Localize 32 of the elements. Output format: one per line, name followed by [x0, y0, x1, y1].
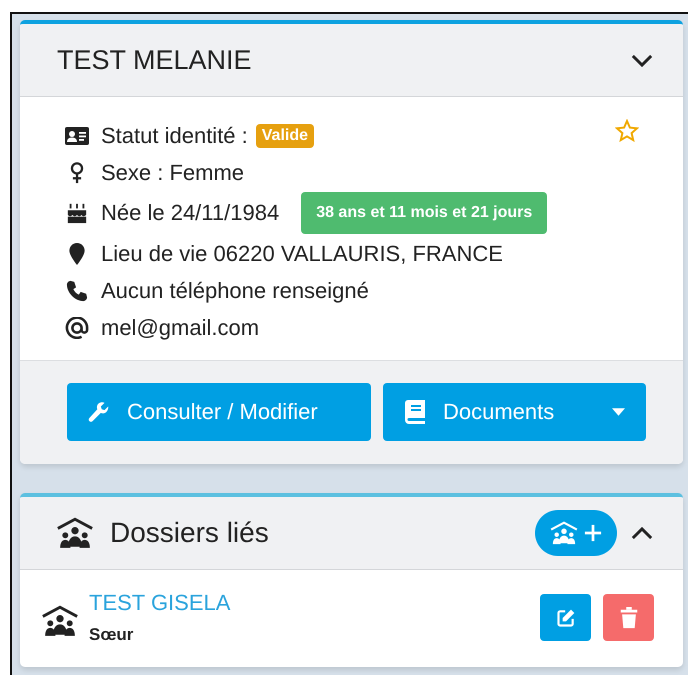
status-badge: Valide	[256, 124, 314, 148]
info-text: Sexe : Femme	[101, 160, 244, 186]
chevron-up-icon[interactable]	[631, 526, 653, 540]
family-house-icon	[550, 521, 578, 545]
trash-icon	[618, 606, 638, 628]
info-text: Aucun téléphone renseigné	[101, 278, 369, 304]
delete-button[interactable]	[603, 594, 654, 641]
info-text: Statut identité :	[101, 122, 248, 148]
plus-icon	[584, 524, 602, 542]
id-card-icon	[65, 124, 89, 146]
edit-button[interactable]	[540, 594, 591, 641]
caret-icon	[612, 408, 625, 416]
phone-icon	[65, 280, 89, 302]
status-badge: 38 ans et 11 mois et 21 jours	[301, 192, 548, 234]
dropdown-button[interactable]: Documents	[383, 383, 646, 441]
linked-name-link[interactable]: TEST GISELA	[89, 590, 230, 616]
person-name: TEST MELANIE	[57, 44, 253, 76]
birthday-cake-icon	[65, 202, 89, 224]
star-icon[interactable]	[615, 119, 639, 143]
relation-label: Sœur	[89, 625, 134, 645]
family-house-icon	[41, 604, 79, 636]
at-sign-icon	[65, 316, 89, 338]
info-text: Lieu de vie 06220 VALLAURIS, FRANCE	[101, 240, 503, 266]
family-house-icon	[56, 517, 94, 549]
info-text: Née le 24/11/1984	[101, 200, 280, 226]
chevron-down-icon[interactable]	[631, 54, 653, 66]
section-title: Dossiers liés	[110, 517, 270, 549]
action-button[interactable]: Consulter / Modifier	[67, 383, 371, 441]
info-text: mel@gmail.com	[101, 314, 260, 340]
add-linked-button[interactable]	[535, 510, 617, 556]
wrench-icon	[88, 400, 110, 424]
book-icon	[404, 400, 426, 424]
